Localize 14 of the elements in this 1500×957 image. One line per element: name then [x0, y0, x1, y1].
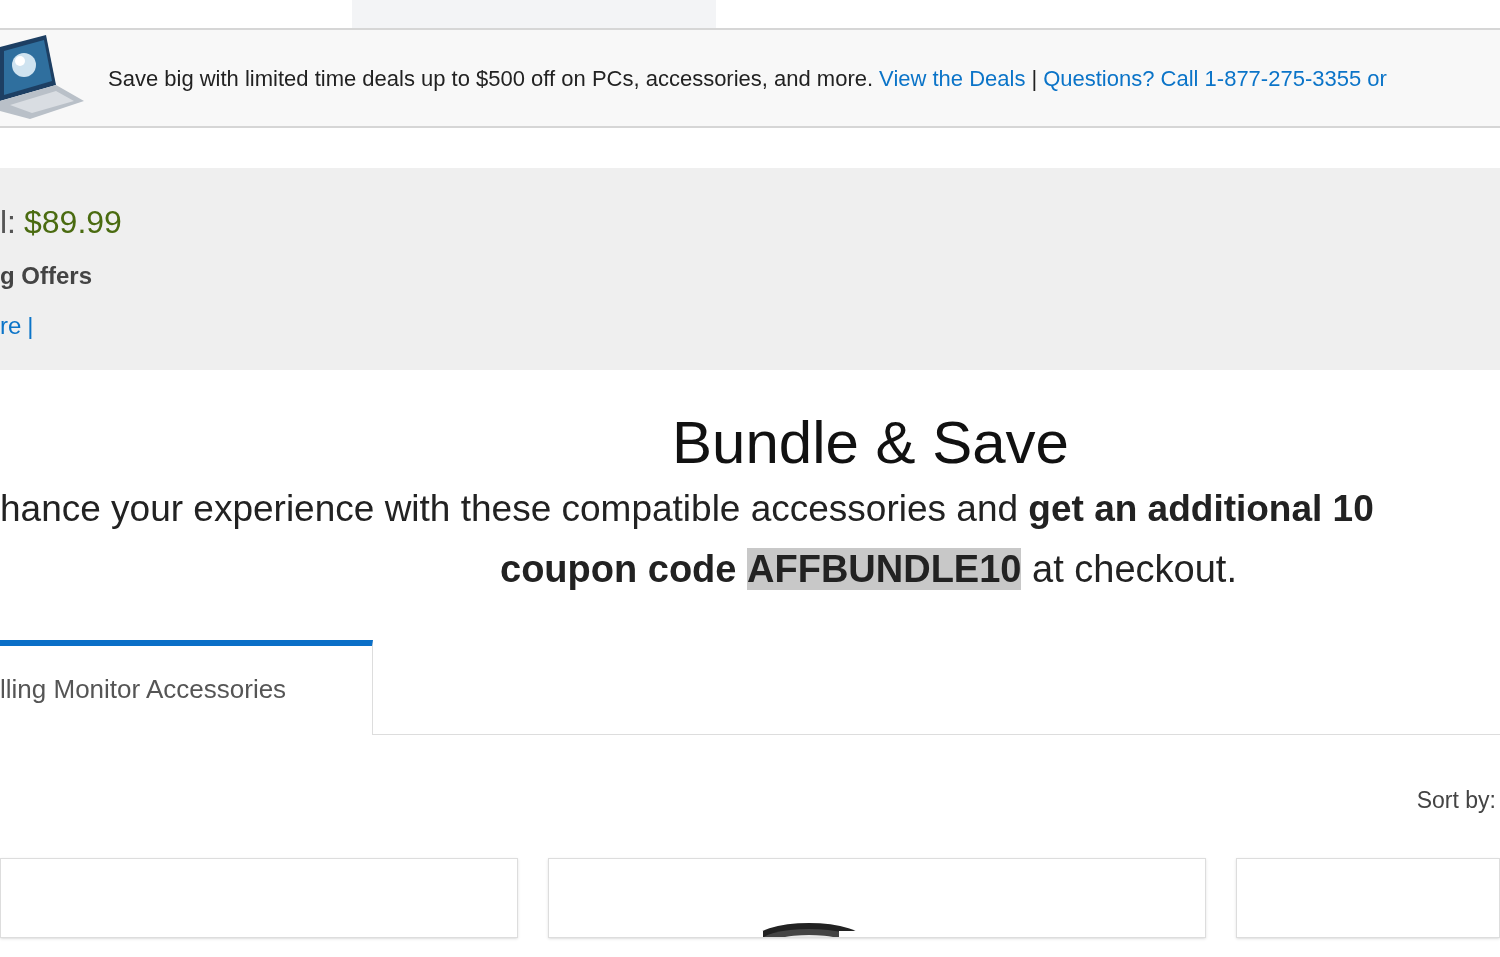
offers-heading: g Offers — [0, 261, 92, 291]
bundle-title: Bundle & Save — [672, 408, 1069, 478]
promo-link[interactable]: Questions? Call 1-877-275-3355 or — [1043, 61, 1387, 95]
promo-text: Save big with limited time deals up to $500 off on PCs, accessories, and more. — [108, 64, 874, 93]
separator: | — [27, 311, 34, 341]
sort-label: Sort by: — [1416, 786, 1496, 815]
separator: | — [1031, 64, 1038, 93]
bundle-description: hance your experience with these compatible accessories and get an additional 10 — [0, 487, 1374, 531]
summary-link[interactable]: re — [0, 308, 22, 344]
tab[interactable]: lling Monitor Accessories — [0, 640, 373, 735]
total-label: l: — [0, 203, 16, 242]
total-price: $89.99 — [24, 203, 122, 242]
bundle-description: coupon code AFFBUNDLE10 at checkout. — [500, 547, 1237, 592]
promo-link[interactable]: View the Deals — [879, 61, 1026, 95]
